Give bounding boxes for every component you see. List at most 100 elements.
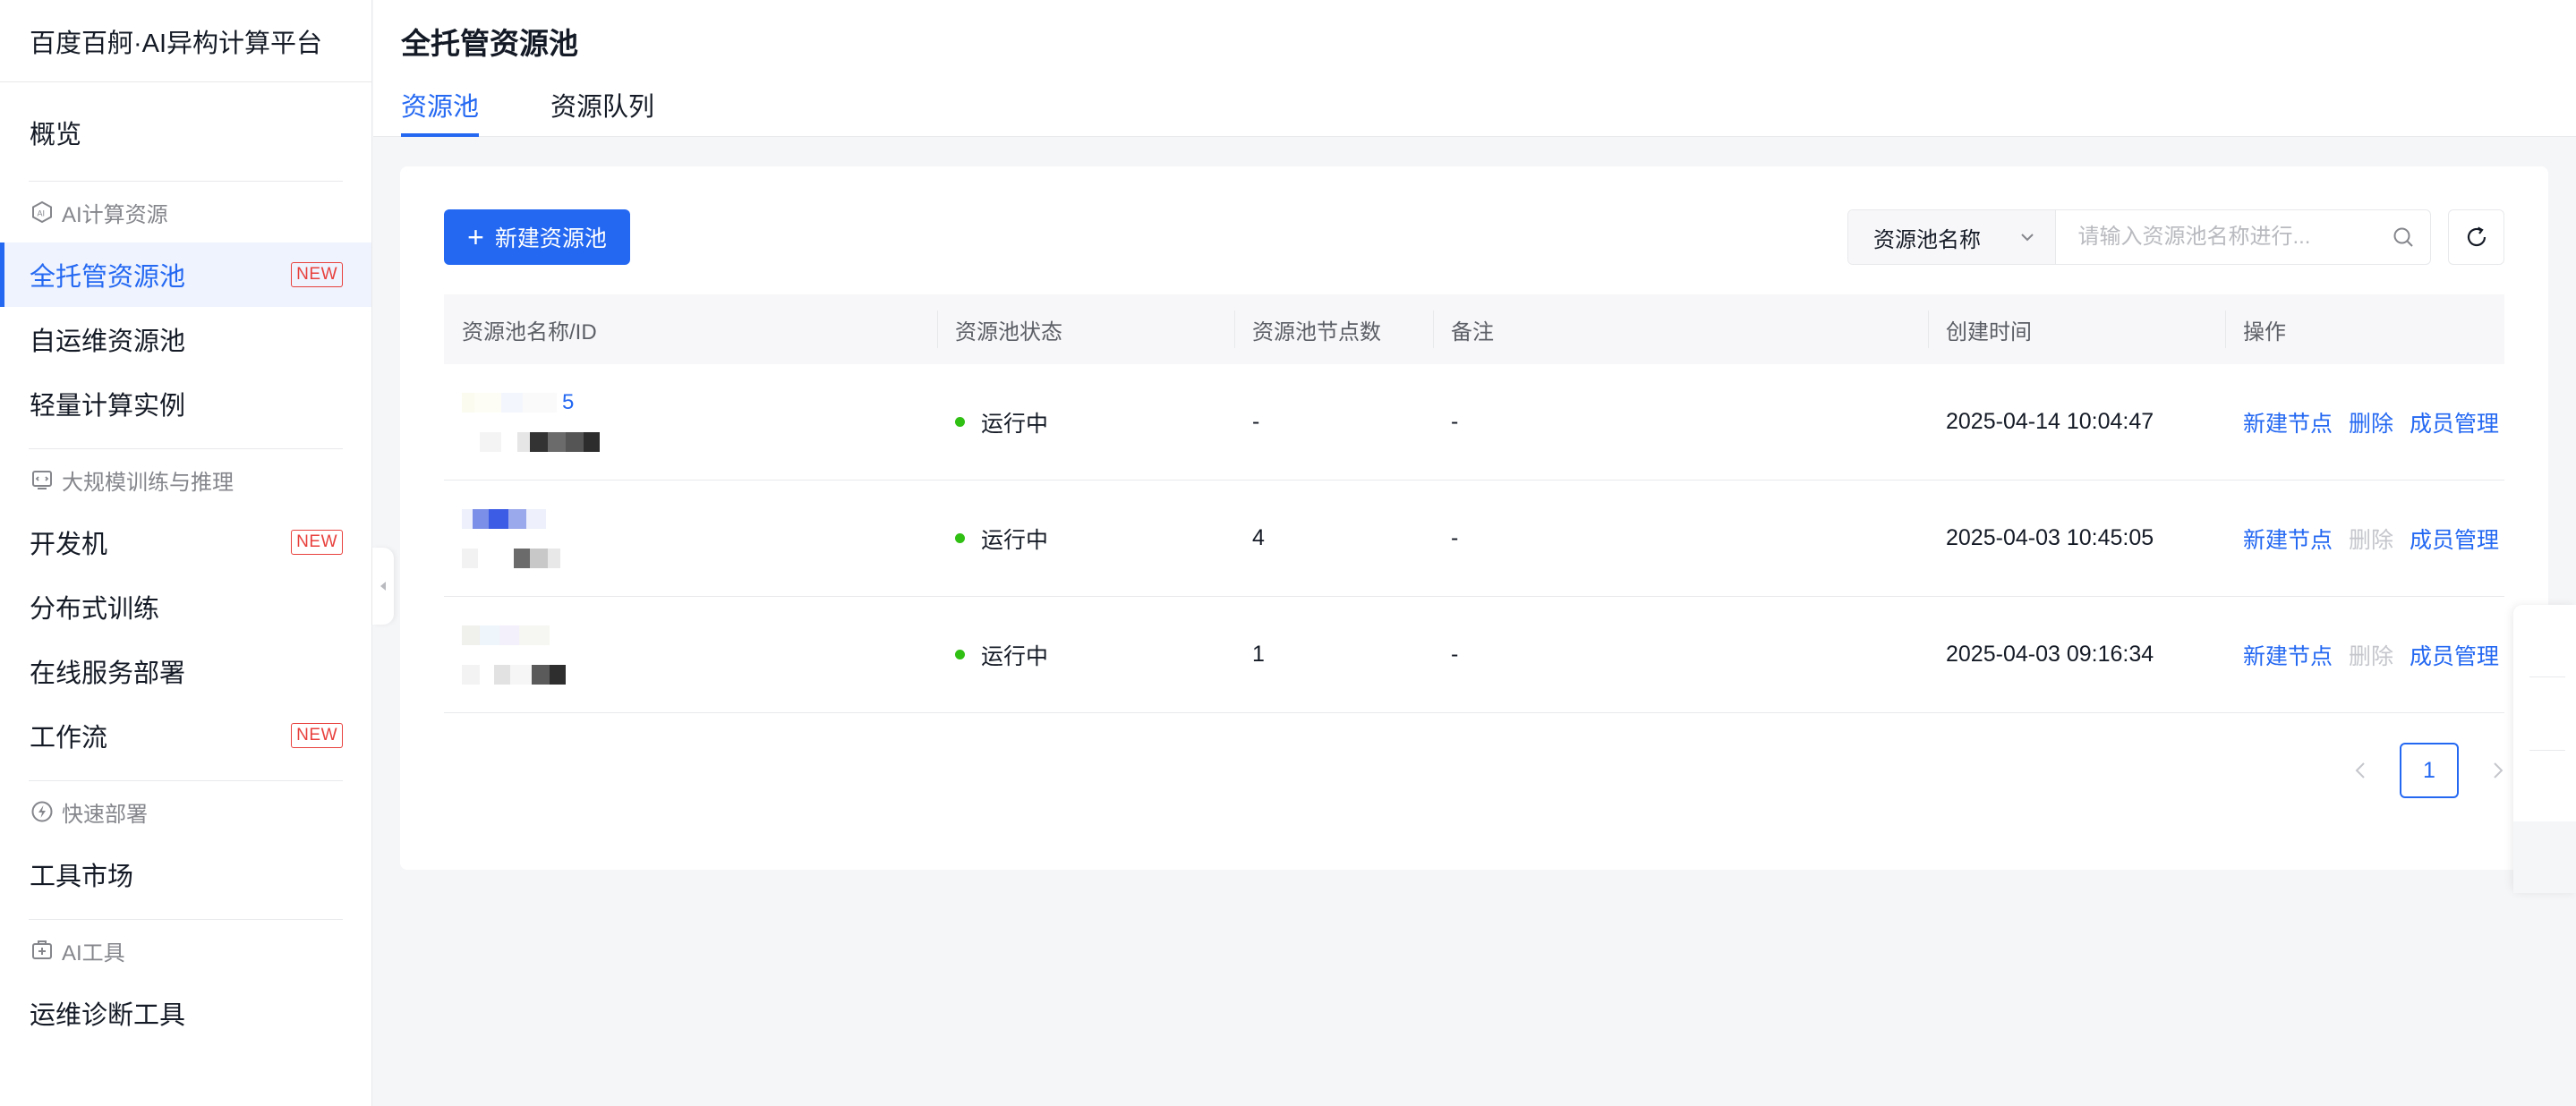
tab-resource-queue[interactable]: 资源队列 — [550, 79, 654, 137]
resource-pool-table: 资源池名称/ID 资源池状态 资源池节点数 备注 创建时间 操作 5 运行中 -… — [444, 294, 2504, 713]
actions-cell: 新建节点 删除 成员管理 — [2225, 364, 2504, 480]
sidebar-item-light-instance[interactable]: 轻量计算实例 — [0, 371, 371, 436]
search-icon[interactable] — [2376, 210, 2430, 264]
column-header-remark: 备注 — [1433, 294, 1928, 364]
column-header-actions: 操作 — [2225, 294, 2504, 364]
sidebar-item-overview[interactable]: 概览 — [0, 100, 371, 165]
sidebar-group-ai-compute: AI AI计算资源 — [0, 182, 371, 242]
table-header: 资源池名称/ID 资源池状态 资源池节点数 备注 创建时间 操作 — [444, 294, 2504, 364]
new-badge: NEW — [291, 723, 343, 748]
sidebar-collapse-button[interactable] — [372, 548, 394, 625]
plus-icon: + — [467, 221, 484, 253]
status-text: 运行中 — [981, 643, 1049, 669]
redacted-pool-id — [480, 431, 600, 452]
sidebar-item-dev-machine[interactable]: 开发机 NEW — [0, 510, 371, 574]
sidebar-item-ops-diagnosis[interactable]: 运维诊断工具 — [0, 981, 371, 1045]
sidebar-item-label: 分布式训练 — [30, 595, 160, 624]
sidebar-item-label: 轻量计算实例 — [30, 392, 186, 421]
status-cell: 运行中 — [937, 481, 1234, 596]
sidebar-item-label: 运维诊断工具 — [30, 1001, 186, 1030]
tool-box-icon — [30, 938, 55, 963]
chevron-down-icon — [2021, 234, 2034, 242]
search-input[interactable] — [2056, 210, 2377, 264]
redacted-pool-id — [462, 548, 560, 568]
column-header-name: 资源池名称/ID — [462, 319, 597, 345]
sidebar-group-quick-deploy: 快速部署 — [0, 781, 371, 842]
pool-name-cell[interactable]: 5 — [444, 364, 937, 480]
sidebar-item-online-service[interactable]: 在线服务部署 — [0, 639, 371, 703]
search-field-value: 资源池名称 — [1873, 227, 1981, 252]
sidebar-item-label: 概览 — [30, 121, 82, 149]
pool-name-cell[interactable] — [444, 481, 937, 596]
sidebar-group-label: AI计算资源 — [62, 202, 168, 227]
page-number-button[interactable]: 1 — [2400, 743, 2459, 798]
redacted-pool-name: 5 — [462, 389, 575, 414]
tab-bar: 资源池 资源队列 — [401, 79, 726, 137]
code-window-icon — [30, 467, 55, 492]
sidebar-group-label: 快速部署 — [62, 802, 148, 827]
status-text: 运行中 — [981, 527, 1049, 553]
delete-link[interactable]: 删除 — [2349, 406, 2393, 438]
member-management-link[interactable]: 成员管理 — [2410, 639, 2499, 671]
table-row: 运行中 4 - 2025-04-03 10:45:05 新建节点 删除 成员管理 — [444, 481, 2504, 597]
collapse-left-icon — [380, 582, 386, 591]
delete-link[interactable]: 删除 — [2349, 523, 2393, 555]
column-header-created: 创建时间 — [1928, 294, 2225, 364]
page-title: 全托管资源池 — [401, 27, 578, 60]
chevron-right-icon — [2494, 762, 2503, 778]
add-node-link[interactable]: 新建节点 — [2243, 639, 2333, 671]
svg-text:AI: AI — [38, 209, 46, 218]
panel-divider — [2529, 750, 2565, 751]
sidebar-group-training: 大规模训练与推理 — [0, 449, 371, 510]
new-badge: NEW — [291, 262, 343, 287]
created-time-cell: 2025-04-14 10:04:47 — [1946, 409, 2154, 434]
sidebar-group-ai-tools: AI工具 — [0, 920, 371, 981]
delete-link[interactable]: 删除 — [2349, 639, 2393, 671]
status-text: 运行中 — [981, 411, 1049, 437]
status-cell: 运行中 — [937, 597, 1234, 712]
status-running-dot — [955, 417, 965, 427]
actions-cell: 新建节点 删除 成员管理 — [2225, 597, 2504, 712]
sidebar-item-self-managed-pool[interactable]: 自运维资源池 — [0, 307, 371, 371]
add-node-link[interactable]: 新建节点 — [2243, 523, 2333, 555]
table-row: 5 运行中 - - 2025-04-14 10:04:47 新建节点 删除 成员… — [444, 364, 2504, 481]
pool-id-suffix: 5 — [562, 389, 575, 414]
floating-tool-panel[interactable] — [2513, 605, 2576, 893]
new-badge: NEW — [291, 530, 343, 555]
sidebar-item-label: 全托管资源池 — [30, 263, 186, 292]
chevron-left-icon — [2355, 762, 2365, 778]
member-management-link[interactable]: 成员管理 — [2410, 523, 2499, 555]
status-running-dot — [955, 650, 965, 659]
sidebar: 百度百舸·AI异构计算平台 概览 AI AI计算资源 全托管资源池 NEW 自运… — [0, 0, 372, 1106]
sidebar-item-label: 自运维资源池 — [30, 328, 186, 356]
search-field-select[interactable]: 资源池名称 — [1848, 210, 2057, 264]
member-management-link[interactable]: 成员管理 — [2410, 406, 2499, 438]
actions-cell: 新建节点 删除 成员管理 — [2225, 481, 2504, 596]
redacted-pool-id — [462, 664, 566, 685]
next-page-button[interactable] — [2480, 743, 2516, 798]
status-cell: 运行中 — [937, 364, 1234, 480]
add-node-link[interactable]: 新建节点 — [2243, 406, 2333, 438]
nodes-cell: 4 — [1252, 525, 1265, 550]
redacted-pool-name — [462, 508, 546, 529]
prev-page-button[interactable] — [2342, 743, 2378, 798]
sidebar-item-label: 开发机 — [30, 531, 108, 559]
tab-resource-pool[interactable]: 资源池 — [401, 79, 480, 137]
sidebar-item-workflow[interactable]: 工作流 NEW — [0, 703, 371, 768]
nodes-cell: - — [1252, 409, 1260, 434]
sidebar-item-tool-market[interactable]: 工具市场 — [0, 842, 371, 906]
column-header-status: 资源池状态 — [937, 294, 1234, 364]
create-resource-pool-button[interactable]: + 新建资源池 — [444, 209, 630, 265]
panel-footer — [2513, 821, 2576, 893]
sidebar-item-distributed-training[interactable]: 分布式训练 — [0, 574, 371, 639]
resource-pool-card: + 新建资源池 资源池名称 资源池名称/ID 资源池状态 资源池节点数 备注 创… — [400, 166, 2548, 870]
pagination: 1 — [2342, 743, 2516, 798]
sidebar-item-managed-pool[interactable]: 全托管资源池 NEW — [0, 242, 371, 307]
brand-title: 百度百舸·AI异构计算平台 — [0, 0, 371, 82]
refresh-button[interactable] — [2448, 209, 2504, 265]
sidebar-group-label: AI工具 — [62, 940, 125, 966]
remark-cell: - — [1451, 409, 1459, 434]
pool-name-cell[interactable] — [444, 597, 937, 712]
redacted-pool-name — [462, 625, 550, 645]
created-time-cell: 2025-04-03 10:45:05 — [1946, 525, 2154, 550]
